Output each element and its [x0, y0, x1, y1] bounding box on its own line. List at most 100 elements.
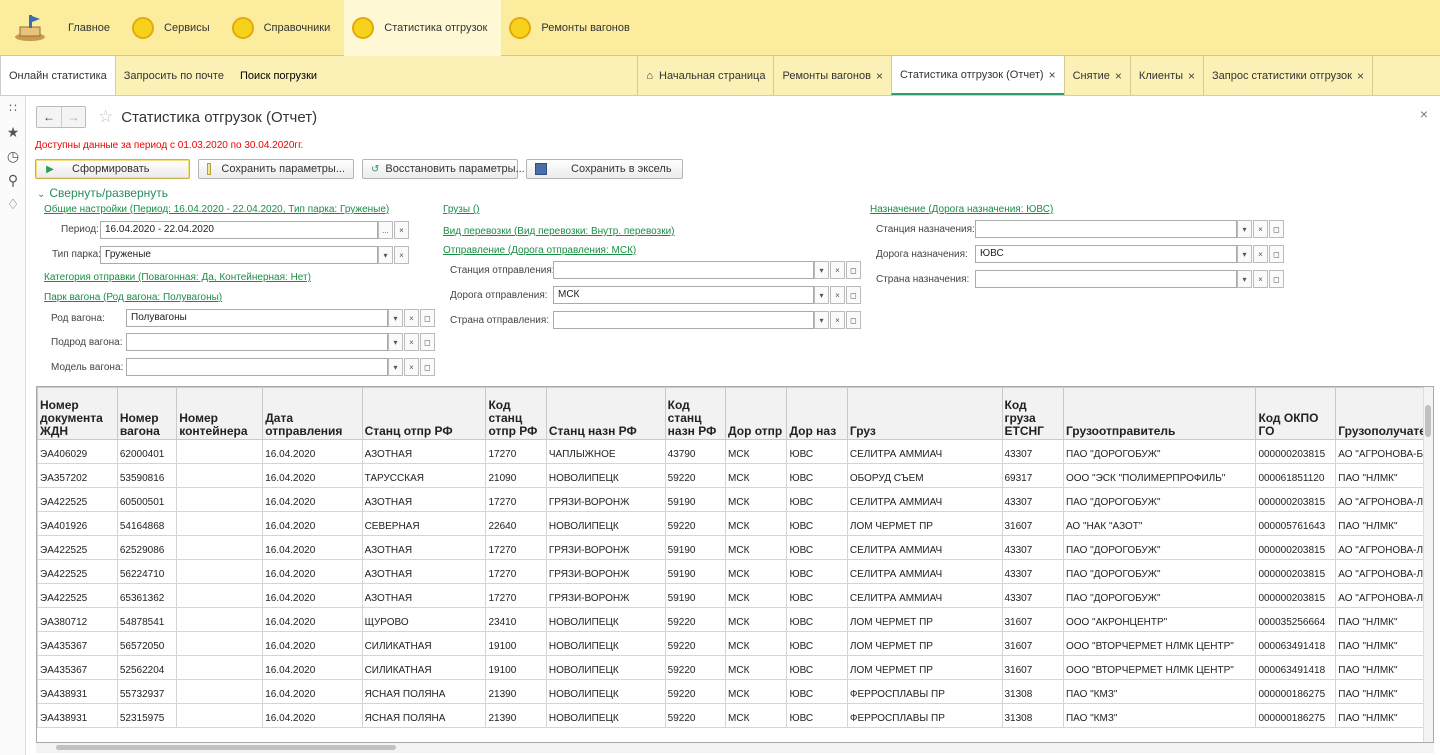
generate-button[interactable]: ▶ Сформировать	[35, 159, 190, 179]
wagon-subkind-open-icon[interactable]: ◻	[420, 333, 435, 351]
col-dst-station[interactable]: Станц назн РФ	[545, 387, 666, 440]
horizontal-scrollbar[interactable]	[36, 743, 1434, 753]
park-type-field[interactable]: Груженые	[100, 246, 378, 264]
wagon-subkind-field[interactable]	[126, 333, 388, 351]
notifications-bell-icon[interactable]: ♢	[0, 192, 26, 216]
col-okpo[interactable]: Код ОКПО ГО	[1255, 387, 1337, 440]
report-table[interactable]: Номер документа ЖДН Номер вагона Номер к…	[36, 386, 1434, 743]
dep-country-open-icon[interactable]: ◻	[846, 311, 861, 329]
close-tab-icon[interactable]: ×	[1049, 68, 1056, 82]
wagon-kind-clear-icon[interactable]: ×	[404, 309, 419, 327]
dst-station-clear-icon[interactable]: ×	[1253, 220, 1268, 238]
close-form-icon[interactable]: ×	[1420, 106, 1428, 122]
dst-road-open-icon[interactable]: ◻	[1269, 245, 1284, 263]
col-dep-station[interactable]: Станц отпр РФ	[361, 387, 487, 440]
restore-params-button[interactable]: ↺ Восстановить параметры...	[362, 159, 525, 179]
col-dst-station-code[interactable]: Код станц назн РФ	[664, 387, 727, 440]
category-link[interactable]: Категория отправки (Повагонная: Да, Конт…	[44, 272, 311, 283]
history-icon[interactable]: ◷	[0, 144, 26, 168]
favorites-star-icon[interactable]: ★	[0, 120, 26, 144]
cargo-link[interactable]: Грузы ()	[443, 204, 480, 215]
wagon-kind-dropdown-icon[interactable]: ▾	[388, 309, 403, 327]
transport-type-link[interactable]: Вид перевозки (Вид перевозки: Внутр. пер…	[443, 226, 675, 237]
col-dep-road[interactable]: Дор отпр	[725, 387, 788, 440]
tab-stats-request[interactable]: Запрос статистики отгрузок ×	[1203, 56, 1372, 95]
dep-country-clear-icon[interactable]: ×	[830, 311, 845, 329]
table-row[interactable]: ЭА438931 55732937 16.04.2020 ЯСНАЯ ПОЛЯНА 21…	[37, 679, 1433, 704]
wagon-model-open-icon[interactable]: ◻	[420, 358, 435, 376]
col-dep-station-code[interactable]: Код станц отпр РФ	[485, 387, 547, 440]
table-row[interactable]: ЭА422525 60500501 16.04.2020 АЗОТНАЯ 17270 ГР…	[37, 487, 1433, 512]
wagon-kind-open-icon[interactable]: ◻	[420, 309, 435, 327]
col-cargo[interactable]: Груз	[846, 387, 1003, 440]
wagon-park-link[interactable]: Парк вагона (Род вагона: Полувагоны)	[44, 292, 222, 303]
general-settings-link[interactable]: Общие настройки (Период: 16.04.2020 - 22…	[44, 204, 389, 215]
search-icon[interactable]: ⚲	[0, 168, 26, 192]
close-tab-icon[interactable]: ×	[1357, 69, 1364, 83]
col-departure-date[interactable]: Дата отправления	[262, 387, 363, 440]
table-row[interactable]: ЭА435367 56572050 16.04.2020 СИЛИКАТНАЯ 1910…	[37, 631, 1433, 656]
wagon-subkind-dropdown-icon[interactable]: ▾	[388, 333, 403, 351]
dep-road-open-icon[interactable]: ◻	[846, 286, 861, 304]
wagon-subkind-clear-icon[interactable]: ×	[404, 333, 419, 351]
col-cargo-code[interactable]: Код груза ЕТСНГ	[1001, 387, 1064, 440]
dst-country-open-icon[interactable]: ◻	[1269, 270, 1284, 288]
tab-wagon-repairs[interactable]: Ремонты вагонов ×	[773, 56, 891, 95]
close-tab-icon[interactable]: ×	[1188, 69, 1195, 83]
vertical-scroll-thumb[interactable]	[1425, 405, 1431, 437]
tab-clients[interactable]: Клиенты ×	[1129, 56, 1204, 95]
section-shipment-stats[interactable]: Статистика отгрузок	[344, 0, 502, 56]
close-tab-icon[interactable]: ×	[1115, 69, 1122, 83]
departure-link[interactable]: Отправление (Дорога отправления: МСК)	[443, 245, 636, 256]
table-row[interactable]: ЭА406029 62000401 16.04.2020 АЗОТНАЯ 17270 ЧА…	[37, 439, 1433, 464]
app-logo[interactable]	[0, 0, 60, 56]
fn-online-stats[interactable]: Онлайн статистика	[0, 56, 116, 95]
dep-country-field[interactable]	[553, 311, 814, 329]
tab-home[interactable]: ⌂ Начальная страница	[637, 56, 774, 95]
dst-country-clear-icon[interactable]: ×	[1253, 270, 1268, 288]
collapse-toggle[interactable]: ⌄ Свернуть/развернуть	[37, 186, 168, 200]
table-row[interactable]: ЭА401926 54164868 16.04.2020 СЕВЕРНАЯ 22640 Н…	[37, 511, 1433, 536]
save-excel-button[interactable]: Сохранить в эксель	[526, 159, 683, 179]
dep-road-field[interactable]: МСК	[553, 286, 814, 304]
dst-road-dropdown-icon[interactable]: ▾	[1237, 245, 1252, 263]
dep-station-dropdown-icon[interactable]: ▾	[814, 261, 829, 279]
period-clear-icon[interactable]: ×	[394, 221, 409, 239]
col-consignee[interactable]: Грузополучател	[1335, 387, 1433, 440]
section-wagon-repairs[interactable]: Ремонты вагонов	[501, 0, 644, 56]
fn-request-by-mail[interactable]: Запросить по почте	[116, 56, 232, 95]
dep-station-clear-icon[interactable]: ×	[830, 261, 845, 279]
menu-grid-icon[interactable]: ∷	[0, 96, 26, 120]
dst-road-clear-icon[interactable]: ×	[1253, 245, 1268, 263]
destination-link[interactable]: Назначение (Дорога назначения: ЮВС)	[870, 204, 1053, 215]
dst-road-field[interactable]: ЮВС	[975, 245, 1237, 263]
favorite-star-icon[interactable]: ☆	[98, 107, 113, 127]
table-row[interactable]: ЭА422525 62529086 16.04.2020 АЗОТНАЯ 17270 ГР…	[37, 535, 1433, 560]
save-params-button[interactable]: Сохранить параметры...	[198, 159, 354, 179]
wagon-model-clear-icon[interactable]: ×	[404, 358, 419, 376]
wagon-kind-field[interactable]: Полувагоны	[126, 309, 388, 327]
section-main[interactable]: Главное	[60, 0, 124, 56]
park-type-clear-icon[interactable]: ×	[394, 246, 409, 264]
tab-removal[interactable]: Снятие ×	[1063, 56, 1130, 95]
table-row[interactable]: ЭА438931 52315975 16.04.2020 ЯСНАЯ ПОЛЯНА 21…	[37, 703, 1433, 728]
close-tab-icon[interactable]: ×	[876, 69, 883, 83]
wagon-model-field[interactable]	[126, 358, 388, 376]
dst-station-open-icon[interactable]: ◻	[1269, 220, 1284, 238]
table-row[interactable]: ЭА435367 52562204 16.04.2020 СИЛИКАТНАЯ 1910…	[37, 655, 1433, 680]
vertical-scrollbar[interactable]	[1423, 387, 1433, 742]
section-services[interactable]: Сервисы	[124, 0, 224, 56]
table-row[interactable]: ЭА422525 65361362 16.04.2020 АЗОТНАЯ 17270 ГР…	[37, 583, 1433, 608]
table-row[interactable]: ЭА380712 54878541 16.04.2020 ЩУРОВО 23410 НОВ…	[37, 607, 1433, 632]
dep-country-dropdown-icon[interactable]: ▾	[814, 311, 829, 329]
tab-shipment-report[interactable]: Статистика отгрузок (Отчет) ×	[890, 56, 1064, 95]
period-field[interactable]: 16.04.2020 - 22.04.2020	[100, 221, 378, 239]
col-container-number[interactable]: Номер контейнера	[176, 387, 264, 440]
dst-station-dropdown-icon[interactable]: ▾	[1237, 220, 1252, 238]
period-select-icon[interactable]: ...	[378, 221, 393, 239]
forward-arrow-icon[interactable]: →	[61, 107, 85, 127]
col-dst-road[interactable]: Дор наз	[786, 387, 848, 440]
fn-loading-search[interactable]: Поиск погрузки	[232, 56, 325, 95]
table-row[interactable]: ЭА422525 56224710 16.04.2020 АЗОТНАЯ 17270 ГР…	[37, 559, 1433, 584]
dst-country-field[interactable]	[975, 270, 1237, 288]
